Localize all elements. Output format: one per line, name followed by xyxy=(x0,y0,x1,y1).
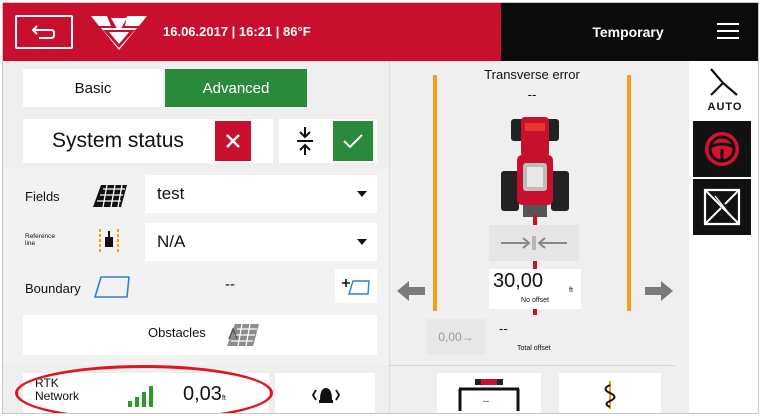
tractor-top-view-icon xyxy=(501,117,569,217)
total-offset-label: Total offset xyxy=(517,345,551,352)
top-bar: 16.06.2017 | 16:21 | 86°F Temporary xyxy=(3,3,758,61)
fields-value: test xyxy=(157,184,185,203)
transverse-error-title: Transverse error xyxy=(484,67,580,82)
rtk-highlight-circle xyxy=(15,365,273,413)
reference-line-label: Reference line xyxy=(25,233,55,247)
line-offset-button[interactable] xyxy=(559,373,661,413)
converge-arrows-icon xyxy=(297,127,313,155)
fields-dropdown[interactable]: test xyxy=(145,175,377,213)
center-align-indicator xyxy=(489,225,579,261)
close-icon xyxy=(226,134,240,148)
fields-label: Fields xyxy=(25,189,60,204)
line-steering-icon xyxy=(604,381,616,409)
app-frame: 16.06.2017 | 16:21 | 86°F Temporary Basi… xyxy=(2,2,759,414)
right-toolbar xyxy=(689,61,758,413)
boundary-icon xyxy=(94,276,130,298)
chevron-down-icon xyxy=(357,191,367,197)
back-arrow-icon xyxy=(31,25,55,39)
system-status-error-button[interactable] xyxy=(215,121,251,161)
reference-line-dropdown[interactable]: N/A xyxy=(145,223,377,261)
system-status-label[interactable]: System status xyxy=(23,119,213,163)
implement-width-button[interactable]: -- xyxy=(437,373,541,413)
obstacles-label: Obstacles xyxy=(148,325,206,340)
offset-unit: ft xyxy=(569,287,573,294)
offset-subtitle: No offset xyxy=(521,297,549,304)
implement-icon xyxy=(458,379,520,411)
add-boundary-button[interactable] xyxy=(335,269,377,303)
implement-value: -- xyxy=(483,396,489,406)
field-map-icon xyxy=(703,188,741,226)
shift-left-arrow-icon[interactable] xyxy=(395,279,427,303)
field-grid-icon xyxy=(93,184,127,208)
date-time-temperature: 16.06.2017 | 16:21 | 86°F xyxy=(163,24,311,39)
system-status-ok-button[interactable] xyxy=(333,121,373,161)
mode-label[interactable]: Temporary xyxy=(568,3,688,61)
checkmark-icon xyxy=(343,134,363,149)
chevron-down-icon xyxy=(357,239,367,245)
boundary-value: -- xyxy=(225,276,235,293)
back-button[interactable] xyxy=(15,15,73,49)
total-offset-button[interactable]: 0,00→ xyxy=(427,319,485,355)
hamburger-menu-icon[interactable] xyxy=(717,23,739,41)
transverse-error-value: -- xyxy=(527,87,537,102)
shift-right-arrow-icon[interactable] xyxy=(643,279,675,303)
reference-line-icon xyxy=(99,229,119,253)
auto-label[interactable]: AUTO xyxy=(699,101,751,113)
boundary-label: Boundary xyxy=(25,281,81,296)
alarm-bell-icon xyxy=(311,388,341,403)
auto-steer-icon[interactable] xyxy=(707,65,741,99)
map-view-button[interactable] xyxy=(693,179,751,235)
tab-advanced[interactable]: Advanced xyxy=(165,69,307,107)
massey-ferguson-logo xyxy=(91,16,147,50)
offset-value: 30,00 xyxy=(493,270,544,292)
add-boundary-icon xyxy=(342,279,370,295)
reference-line-value: N/A xyxy=(157,232,186,251)
steering-wheel-icon xyxy=(705,132,739,166)
total-offset-value: -- xyxy=(499,321,508,336)
center-divider xyxy=(389,61,390,413)
converge-horizontal-icon xyxy=(501,236,567,250)
steering-button[interactable] xyxy=(693,121,751,177)
left-guidance-line xyxy=(433,75,437,311)
tab-basic[interactable]: Basic xyxy=(23,69,163,107)
right-guidance-line xyxy=(627,75,631,311)
alarm-button[interactable] xyxy=(275,373,375,413)
bottom-divider xyxy=(389,365,675,366)
obstacles-icon xyxy=(227,323,259,347)
